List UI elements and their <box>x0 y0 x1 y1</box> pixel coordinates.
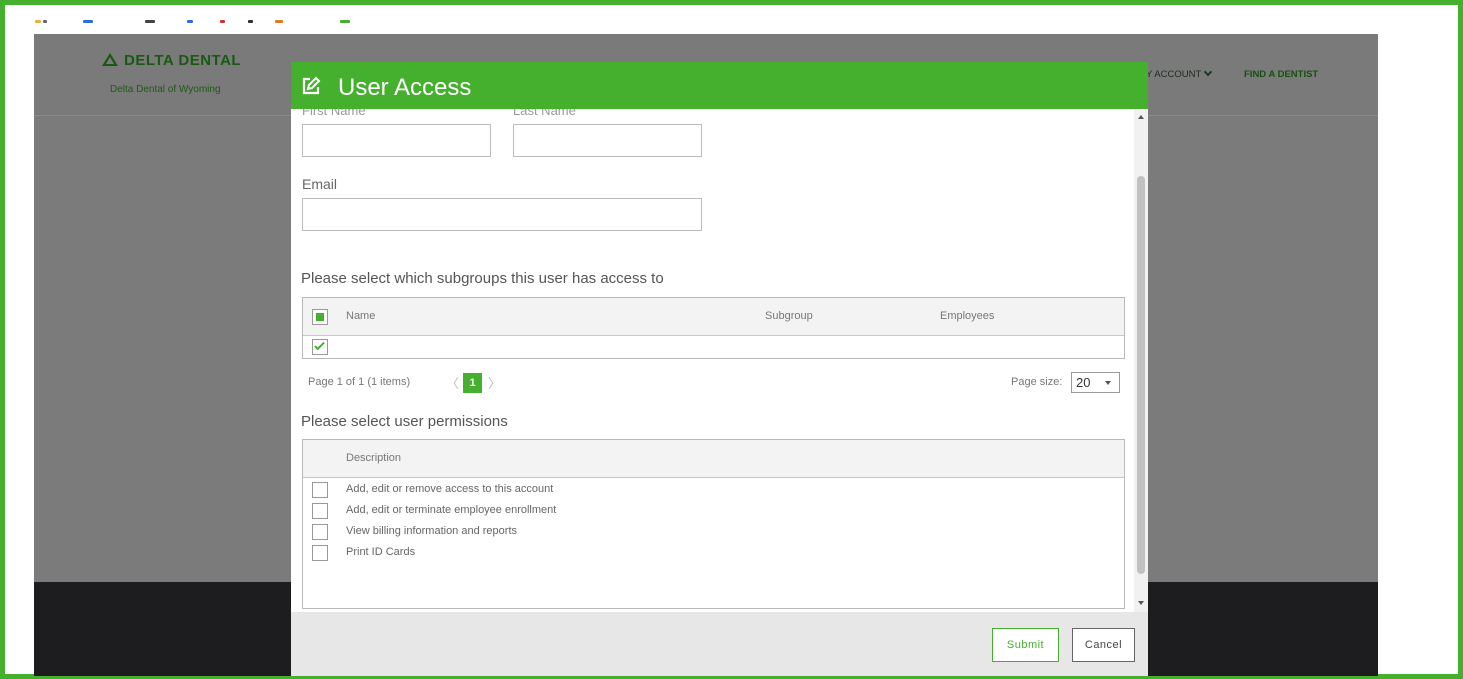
user-access-modal: User Access First Name Last Name Email P… <box>291 62 1148 676</box>
modal-scrollbar[interactable] <box>1134 109 1148 612</box>
first-name-label: First Name <box>302 109 366 118</box>
page-size-label: Page size: <box>1011 376 1063 388</box>
select-all-checkbox[interactable] <box>312 309 328 325</box>
page-size-select[interactable]: 20 <box>1071 372 1120 393</box>
submit-button[interactable]: Submit <box>992 628 1059 662</box>
scroll-thumb[interactable] <box>1137 176 1145 574</box>
delta-dental-logo[interactable]: DELTA DENTAL <box>102 52 241 69</box>
pager-summary: Page 1 of 1 (1 items) <box>308 376 411 388</box>
permission-label: Add, edit or terminate employee enrollme… <box>346 504 557 516</box>
page-1-button[interactable]: 1 <box>463 373 482 393</box>
nav-my-account[interactable]: Y ACCOUNT <box>1146 67 1213 80</box>
permission-label: View billing information and reports <box>346 525 517 537</box>
permissions-grid: Description Add, edit or remove access t… <box>302 439 1125 609</box>
permission-checkbox[interactable] <box>312 524 328 540</box>
permission-row[interactable]: Print ID Cards <box>303 543 1124 564</box>
permissions-grid-header: Description <box>303 440 1124 478</box>
page-size-value: 20 <box>1076 375 1091 390</box>
modal-body: First Name Last Name Email Please select… <box>291 109 1134 612</box>
permission-checkbox[interactable] <box>312 545 328 561</box>
screenshot-frame: DELTA DENTAL Delta Dental of Wyoming Y A… <box>0 0 1463 679</box>
browser-tab-strip <box>35 17 365 25</box>
table-row[interactable] <box>303 337 1124 358</box>
permission-label: Print ID Cards <box>346 546 416 558</box>
edit-icon <box>302 76 321 95</box>
subgroups-grid: Name Subgroup Employees <box>302 297 1125 359</box>
row-checkbox[interactable] <box>312 339 328 355</box>
cancel-button[interactable]: Cancel <box>1072 628 1135 662</box>
nav-find-a-dentist[interactable]: FIND A DENTIST <box>1244 69 1318 80</box>
email-label: Email <box>302 176 338 192</box>
scroll-up-icon[interactable] <box>1138 115 1144 119</box>
permissions-title: Please select user permissions <box>301 413 508 430</box>
column-employees[interactable]: Employees <box>940 310 994 322</box>
logo-subtitle: Delta Dental of Wyoming <box>110 84 221 95</box>
prev-page-icon[interactable]: 〈 <box>446 373 459 392</box>
logo-text: DELTA DENTAL <box>124 52 242 69</box>
modal-title: User Access <box>338 74 472 101</box>
nav-my-account-label: Y ACCOUNT <box>1146 69 1202 80</box>
email-field[interactable] <box>302 198 702 231</box>
modal-header: User Access <box>291 62 1148 109</box>
chevron-down-icon <box>1204 67 1213 77</box>
subgroups-grid-header: Name Subgroup Employees <box>303 298 1124 336</box>
permission-label: Add, edit or remove access to this accou… <box>346 483 554 495</box>
next-page-icon[interactable]: 〉 <box>488 373 501 392</box>
caret-down-icon <box>1105 381 1111 385</box>
column-description[interactable]: Description <box>346 452 401 464</box>
permission-checkbox[interactable] <box>312 482 328 498</box>
last-name-label: Last Name <box>513 109 576 118</box>
first-name-field[interactable] <box>302 124 491 157</box>
permission-row[interactable]: Add, edit or remove access to this accou… <box>303 480 1124 501</box>
permission-row[interactable]: View billing information and reports <box>303 522 1124 543</box>
column-name[interactable]: Name <box>346 310 375 322</box>
permission-row[interactable]: Add, edit or terminate employee enrollme… <box>303 501 1124 522</box>
subgroups-title: Please select which subgroups this user … <box>301 270 664 287</box>
scroll-down-icon[interactable] <box>1138 601 1144 605</box>
modal-footer: Submit Cancel <box>291 612 1148 676</box>
last-name-field[interactable] <box>513 124 702 157</box>
check-icon <box>314 339 325 351</box>
permission-checkbox[interactable] <box>312 503 328 519</box>
column-subgroup[interactable]: Subgroup <box>765 310 813 322</box>
delta-triangle-icon <box>102 53 118 66</box>
